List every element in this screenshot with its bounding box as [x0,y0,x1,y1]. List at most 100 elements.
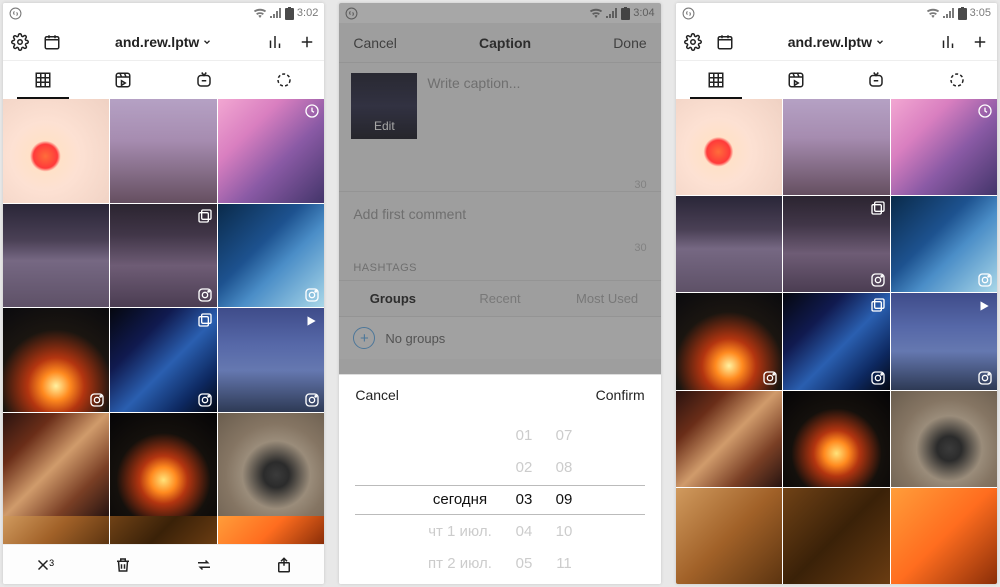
grid-cell[interactable] [3,308,109,412]
grid-cell[interactable] [110,308,216,412]
stats-icon[interactable] [939,33,957,51]
wheel-minute[interactable]: 07 08 09 10 11 [544,424,584,576]
swap-button[interactable] [164,556,244,574]
grid-cell[interactable] [3,516,109,544]
clock: 3:02 [297,7,318,19]
grid-cell[interactable] [676,391,782,487]
tab-most-used[interactable]: Most Used [554,281,661,316]
grid-cell[interactable] [3,99,109,203]
plus-icon[interactable] [971,33,989,51]
instagram-icon [89,392,105,408]
signal-icon [270,8,282,18]
grid-cell[interactable] [110,204,216,308]
grid-cell[interactable] [676,99,782,195]
picker-wheel[interactable]: сегодня чт 1 июл. пт 2 июл. 01 02 03 04 … [339,415,660,584]
username-label: and.rew.lptw [115,34,199,50]
account-selector[interactable]: and.rew.lptw [115,34,212,50]
tab-recent[interactable]: Recent [446,281,553,316]
grid-cell[interactable] [676,196,782,292]
wheel-date[interactable]: сегодня чт 1 июл. пт 2 июл. [416,424,504,576]
tab-igtv[interactable] [164,61,244,99]
first-comment-input[interactable]: Add first comment [339,192,660,236]
picker-confirm[interactable]: Confirm [596,387,645,403]
bottom-bar: 3 [3,544,324,584]
tab-groups[interactable]: Groups [339,281,446,316]
clock-icon [304,103,320,119]
done-button[interactable]: Done [613,35,646,51]
multi-icon [870,200,886,216]
tab-loading[interactable] [917,61,997,99]
hashtag-tabs: Groups Recent Most Used [339,280,660,317]
shazam-icon [345,7,358,20]
tab-igtv[interactable] [836,61,916,99]
shazam-icon [9,7,22,20]
status-bar: 3:04 [339,3,660,23]
grid-cell[interactable] [110,413,216,517]
signal-icon [943,8,955,18]
gear-icon[interactable] [684,33,702,51]
wheel-hour[interactable]: 01 02 03 04 05 [504,424,544,576]
grid-cell[interactable] [218,204,324,308]
app-header: and.rew.lptw [3,23,324,61]
multi-icon [197,208,213,224]
grid-cell[interactable] [218,99,324,203]
grid-cell[interactable] [218,516,324,544]
instagram-icon [977,370,993,386]
grid-cell[interactable] [891,293,997,389]
caption-input[interactable]: Write caption... [427,73,520,139]
cancel-button[interactable]: Cancel [353,35,397,51]
grid-cell[interactable] [783,196,889,292]
username-label: and.rew.lptw [788,34,872,50]
grid-cell[interactable] [891,196,997,292]
grid-cell[interactable] [218,308,324,412]
grid-cell[interactable] [676,488,782,584]
instagram-icon [197,392,213,408]
share-button[interactable] [244,556,324,574]
account-selector[interactable]: and.rew.lptw [788,34,885,50]
no-groups-label: No groups [385,331,445,346]
grid-cell[interactable] [783,391,889,487]
caption-counter: 30 [339,179,660,191]
shazam-icon [682,7,695,20]
grid-cell[interactable] [783,99,889,195]
grid-cell[interactable] [110,99,216,203]
hashtags-label: HASHTAGS [339,254,660,280]
picker-cancel[interactable]: Cancel [355,387,399,403]
grid-cell[interactable] [891,488,997,584]
signal-icon [606,8,618,18]
gear-icon[interactable] [11,33,29,51]
post-grid [676,99,997,584]
add-group-icon: + [353,327,375,349]
post-grid [3,99,324,516]
grid-cell[interactable] [783,488,889,584]
selection-count: 3 [49,558,54,568]
stats-icon[interactable] [266,33,284,51]
grid-cell[interactable] [3,413,109,517]
plus-icon[interactable] [298,33,316,51]
grid-cell[interactable] [891,391,997,487]
grid-cell[interactable] [891,99,997,195]
tab-reels[interactable] [83,61,163,99]
grid-cell[interactable] [110,516,216,544]
no-groups-row[interactable]: + No groups [339,317,660,359]
tab-grid[interactable] [3,61,83,99]
app-header: and.rew.lptw [676,23,997,61]
view-tabs [3,61,324,99]
phone-screen-caption: 3:04 Cancel Caption Done Edit Write capt… [339,3,660,584]
grid-cell[interactable] [3,204,109,308]
instagram-icon [304,287,320,303]
grid-cell[interactable] [218,413,324,517]
instagram-icon [197,287,213,303]
tab-loading[interactable] [244,61,324,99]
calendar-icon[interactable] [716,33,734,51]
calendar-icon[interactable] [43,33,61,51]
trash-button[interactable] [83,556,163,574]
instagram-icon [870,370,886,386]
post-thumbnail-edit[interactable]: Edit [351,73,417,139]
tab-reels[interactable] [756,61,836,99]
multi-icon [197,312,213,328]
grid-cell[interactable] [783,293,889,389]
tab-grid[interactable] [676,61,756,99]
close-button[interactable]: 3 [3,556,83,574]
grid-cell[interactable] [676,293,782,389]
